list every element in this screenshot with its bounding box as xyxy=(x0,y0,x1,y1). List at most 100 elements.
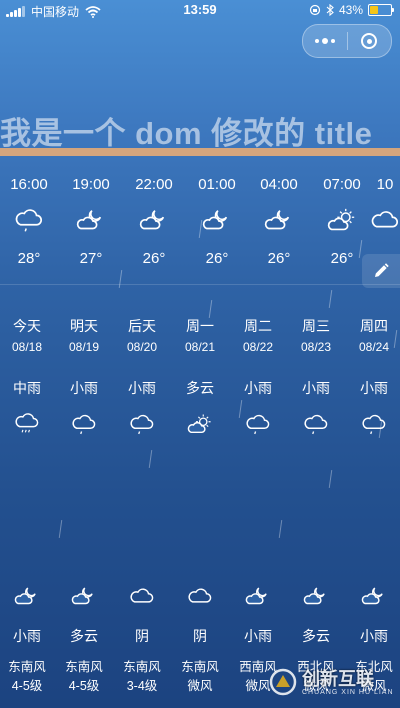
daily-item: 周三 08/23 小雨 xyxy=(287,316,345,440)
watermark-sub: CHUANG XIN HU LIAN xyxy=(302,688,394,696)
night-condition: 阴 xyxy=(193,628,207,644)
wind-info: 东南风 微风 xyxy=(171,658,229,696)
day-date: 08/18 xyxy=(11,340,43,354)
hourly-item: 04:00 26° xyxy=(248,176,310,267)
wind-info: 东南风 4-5级 xyxy=(0,658,56,696)
night-icon-wrap xyxy=(287,582,345,612)
hourly-item: 22:00 26° xyxy=(123,176,185,267)
rain-streak xyxy=(148,450,153,468)
day-condition: 多云 xyxy=(186,380,214,396)
wind-direction: 东南风 xyxy=(181,660,219,674)
daily-item: 后天 08/20 小雨 xyxy=(113,316,171,440)
cloud-rain-icon xyxy=(15,209,42,232)
wind-direction: 东南风 xyxy=(65,660,103,674)
hour-time: 22:00 xyxy=(135,176,173,193)
moon-cloud-icon xyxy=(71,587,93,605)
battery-percent: 43% xyxy=(338,3,363,17)
rain-streak xyxy=(58,520,63,538)
watermark: 创新互联 CHUANG XIN HU LIAN xyxy=(268,662,396,702)
cloud-rain-icon xyxy=(246,414,270,435)
hour-icon-wrap xyxy=(60,196,122,246)
cloud-rain-icon xyxy=(304,414,328,435)
moon-cloud-icon xyxy=(14,587,36,605)
night-condition: 多云 xyxy=(70,628,98,644)
wind-info: 东南风 4-5级 xyxy=(55,658,113,696)
moon-cloud-icon xyxy=(361,587,383,605)
day-condition: 小雨 xyxy=(302,380,330,396)
day-condition: 小雨 xyxy=(244,380,272,396)
day-icon-wrap xyxy=(0,410,56,440)
rain-streak xyxy=(328,290,333,308)
brand-logo-icon xyxy=(269,668,297,696)
hour-icon-wrap xyxy=(0,196,60,246)
night-item: 多云东南风 4-5级 xyxy=(55,582,113,696)
sun-cloud-icon xyxy=(327,208,355,231)
edit-button[interactable] xyxy=(362,254,400,288)
day-name: 后天 xyxy=(128,318,156,334)
day-name: 周二 xyxy=(244,318,272,334)
more-dots-icon xyxy=(314,38,335,44)
cloud-icon xyxy=(130,588,154,603)
miniprogram-capsule xyxy=(302,24,392,58)
night-icon-wrap xyxy=(171,582,229,612)
moon-cloud-icon xyxy=(139,210,165,230)
cloud-heavy-rain-icon xyxy=(15,413,39,433)
rotation-lock-icon xyxy=(309,4,321,16)
night-condition: 小雨 xyxy=(244,628,272,644)
hourly-item: 01:00 26° xyxy=(186,176,248,267)
hour-icon-wrap xyxy=(354,196,400,246)
moon-cloud-icon xyxy=(264,210,290,230)
hour-temp: 26° xyxy=(142,250,166,267)
day-date: 08/19 xyxy=(68,340,100,354)
day-name: 今天 xyxy=(13,318,41,334)
night-condition: 阴 xyxy=(135,628,149,644)
day-icon-wrap xyxy=(229,410,287,440)
hourly-item: 19:00 27° xyxy=(60,176,122,267)
wind-level: 3-4级 xyxy=(126,679,158,693)
moon-cloud-icon xyxy=(76,210,102,230)
rain-streak xyxy=(278,520,283,538)
night-condition: 小雨 xyxy=(360,628,388,644)
day-icon-wrap xyxy=(345,410,400,440)
day-icon-wrap xyxy=(171,410,229,440)
day-name: 周三 xyxy=(302,318,330,334)
moon-cloud-icon xyxy=(245,587,267,605)
day-icon-wrap xyxy=(287,410,345,440)
night-icon-wrap xyxy=(55,582,113,612)
hour-time: 01:00 xyxy=(198,176,236,193)
day-name: 周四 xyxy=(360,318,388,334)
daily-item: 周一 08/21 多云 xyxy=(171,316,229,440)
hourly-forecast: 16:00 28° 19:00 27° 22:00 26° 01:00 26° 04:00 26°… xyxy=(0,176,400,276)
day-condition: 小雨 xyxy=(128,380,156,396)
night-icon-wrap xyxy=(229,582,287,612)
wind-direction: 东南风 xyxy=(8,660,46,674)
night-icon-wrap xyxy=(345,582,400,612)
day-condition: 中雨 xyxy=(13,380,41,396)
hour-temp: 28° xyxy=(17,250,41,267)
day-name: 周一 xyxy=(186,318,214,334)
hour-time: 10 xyxy=(376,176,394,193)
day-condition: 小雨 xyxy=(360,380,388,396)
status-bar-right: 43% xyxy=(309,3,394,17)
day-date: 08/21 xyxy=(184,340,216,354)
day-date: 08/20 xyxy=(126,340,158,354)
wind-direction: 东南风 xyxy=(123,660,161,674)
daily-item: 今天 08/18 中雨 xyxy=(0,316,56,440)
cloud-icon xyxy=(371,211,398,228)
night-item: 小雨 东南风 4-5级 xyxy=(0,582,56,696)
cloud-rain-icon xyxy=(72,414,96,435)
wind-level: 4-5级 xyxy=(11,679,43,693)
hour-time: 16:00 xyxy=(10,176,48,193)
hour-temp: 27° xyxy=(79,250,103,267)
close-miniprogram-button[interactable] xyxy=(348,25,392,57)
rain-streak xyxy=(328,470,333,488)
hour-temp: 26° xyxy=(267,250,291,267)
day-date: 08/24 xyxy=(358,340,390,354)
watermark-brand: 创新互联 xyxy=(302,668,374,689)
night-condition: 多云 xyxy=(302,628,330,644)
more-button[interactable] xyxy=(303,25,347,57)
daily-item: 周四 08/24 小雨 xyxy=(345,316,400,440)
title-accent-bar xyxy=(0,148,400,156)
moon-cloud-icon xyxy=(303,587,325,605)
bluetooth-icon xyxy=(326,4,334,16)
